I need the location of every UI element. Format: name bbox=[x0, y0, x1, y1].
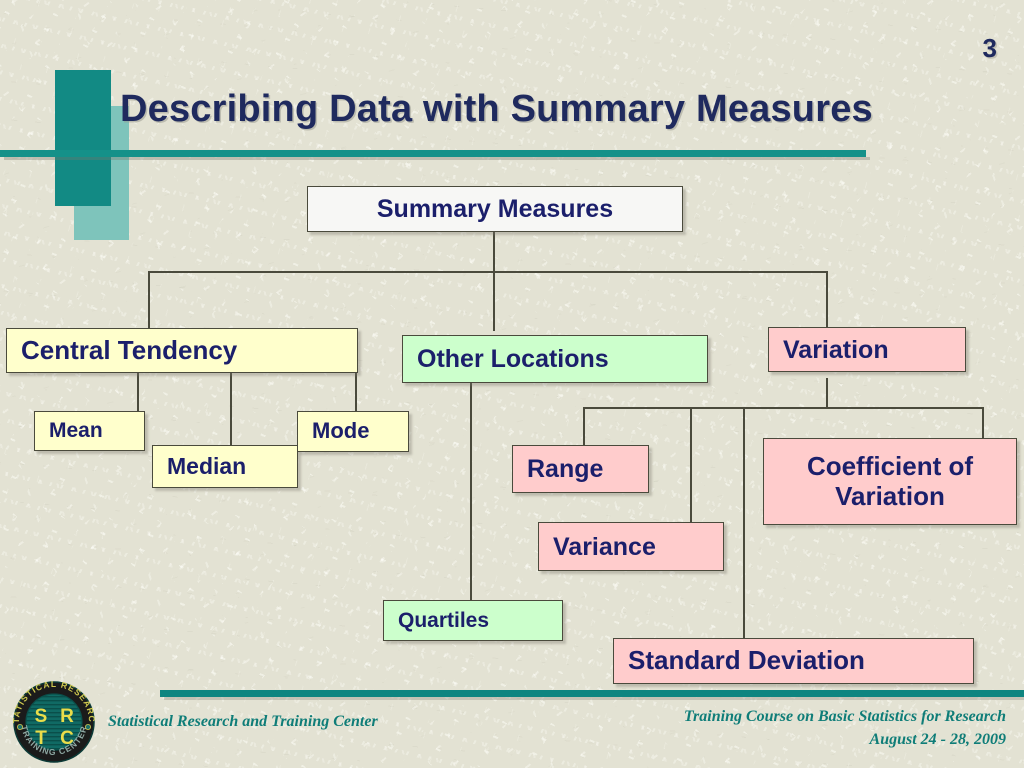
node-label-line2: Variation bbox=[835, 480, 945, 511]
node-label: Other Locations bbox=[417, 345, 609, 373]
connector-to-coefficient-of-variation bbox=[982, 407, 984, 438]
node-variation[interactable]: Variation bbox=[768, 327, 966, 372]
node-mode[interactable]: Mode bbox=[297, 411, 409, 452]
srtc-seal-logo: STATISTICAL RESEARCH TRAINING CENTER S R… bbox=[4, 668, 100, 764]
page-title: Describing Data with Summary Measures bbox=[120, 88, 873, 130]
node-label: Variation bbox=[783, 335, 889, 364]
connector-to-standard-deviation bbox=[743, 407, 745, 638]
footer-course-dates: August 24 - 28, 2009 bbox=[869, 731, 1006, 749]
node-range[interactable]: Range bbox=[512, 445, 649, 493]
slide-canvas: 3 Describing Data with Summary Measures … bbox=[0, 0, 1024, 768]
node-label: Median bbox=[167, 452, 247, 479]
footer-rule bbox=[160, 690, 1024, 697]
title-rule-shadow bbox=[4, 157, 870, 160]
connector-to-quartiles bbox=[470, 383, 472, 600]
node-median[interactable]: Median bbox=[152, 445, 298, 488]
connector-to-mean bbox=[137, 373, 139, 411]
connector-level1-bus bbox=[148, 271, 828, 273]
node-label: Central Tendency bbox=[21, 334, 238, 365]
connector-to-range bbox=[583, 407, 585, 445]
node-quartiles[interactable]: Quartiles bbox=[383, 600, 563, 641]
node-other-locations[interactable]: Other Locations bbox=[402, 335, 708, 383]
connector-to-central-tendency bbox=[148, 271, 150, 329]
connector-variation-stem bbox=[826, 378, 828, 407]
svg-text:C: C bbox=[60, 728, 74, 749]
svg-text:T: T bbox=[35, 728, 47, 749]
connector-to-median bbox=[230, 373, 232, 445]
connector-to-mode bbox=[355, 373, 357, 411]
node-mean[interactable]: Mean bbox=[34, 411, 145, 451]
node-standard-deviation[interactable]: Standard Deviation bbox=[613, 638, 974, 684]
node-coefficient-of-variation[interactable]: Coefficient of Variation bbox=[763, 438, 1017, 525]
node-label: Range bbox=[527, 455, 604, 483]
footer-course-title: Training Course on Basic Statistics for … bbox=[683, 708, 1006, 725]
node-label: Mode bbox=[312, 418, 370, 444]
node-variance[interactable]: Variance bbox=[538, 522, 724, 571]
node-label: Variance bbox=[553, 532, 656, 561]
node-central-tendency[interactable]: Central Tendency bbox=[6, 328, 358, 373]
page-number: 3 bbox=[982, 33, 997, 63]
title-rule bbox=[0, 150, 866, 157]
footer-organization: Statistical Research and Training Center bbox=[108, 713, 378, 730]
svg-text:R: R bbox=[60, 706, 74, 727]
connector-to-other-locations bbox=[493, 271, 495, 331]
footer-course-info: Training Course on Basic Statistics for … bbox=[684, 705, 1006, 751]
node-label: Quartiles bbox=[398, 608, 490, 632]
connector-to-variation bbox=[826, 271, 828, 328]
connector-variation-bus bbox=[583, 407, 983, 409]
svg-text:S: S bbox=[35, 706, 48, 727]
node-summary-measures[interactable]: Summary Measures bbox=[307, 186, 683, 232]
connector-root-stem bbox=[493, 232, 495, 272]
title-decoration-bar-dark bbox=[55, 70, 111, 206]
node-label: Summary Measures bbox=[376, 195, 614, 223]
node-label: Mean bbox=[49, 419, 103, 443]
node-label-line1: Coefficient of bbox=[806, 451, 974, 482]
footer-rule-shadow bbox=[164, 697, 1024, 700]
connector-to-variance bbox=[690, 407, 692, 522]
node-label: Standard Deviation bbox=[628, 645, 865, 676]
